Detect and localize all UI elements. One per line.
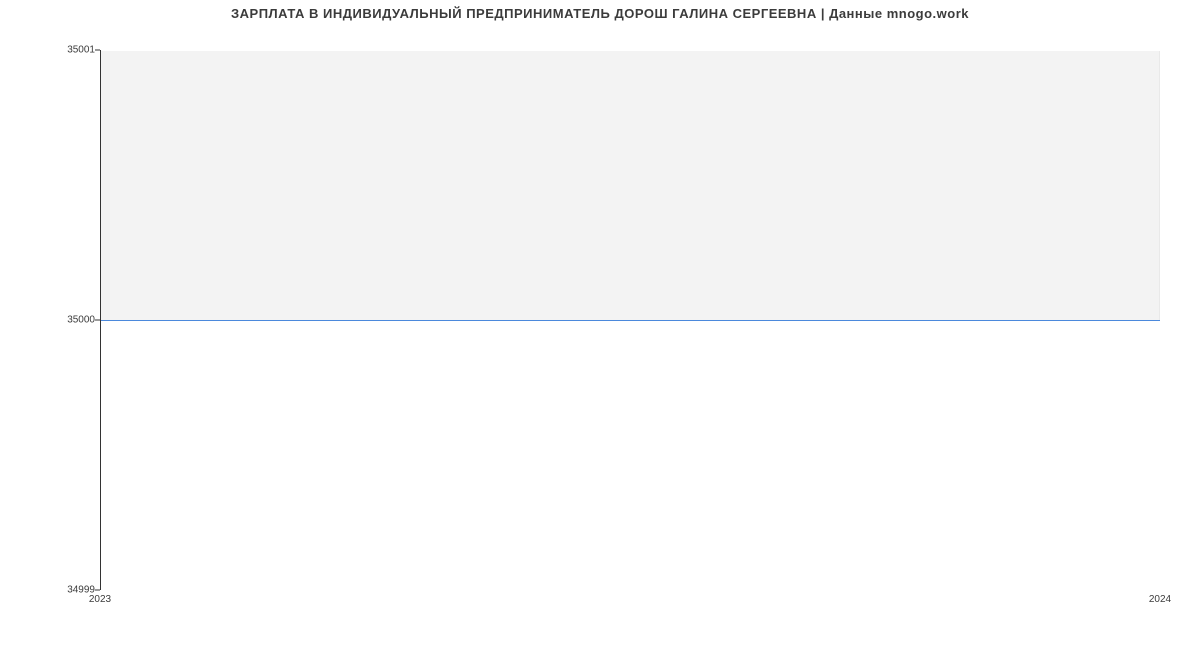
y-tick-mark xyxy=(95,50,100,51)
y-tick-label: 35001 xyxy=(67,45,95,56)
x-tick-label: 2023 xyxy=(89,594,111,605)
chart-title: ЗАРПЛАТА В ИНДИВИДУАЛЬНЫЙ ПРЕДПРИНИМАТЕЛ… xyxy=(0,6,1200,21)
y-tick-mark xyxy=(95,320,100,321)
y-axis xyxy=(100,50,101,590)
data-line xyxy=(100,320,1160,321)
y-tick-mark xyxy=(95,590,100,591)
x-tick-label: 2024 xyxy=(1149,594,1171,605)
y-tick-label: 35000 xyxy=(67,315,95,326)
plot-lower-mask xyxy=(100,320,1160,590)
gridline-y xyxy=(100,590,1160,591)
chart-container: ЗАРПЛАТА В ИНДИВИДУАЛЬНЫЙ ПРЕДПРИНИМАТЕЛ… xyxy=(0,0,1200,650)
gridline-y xyxy=(100,50,1160,51)
